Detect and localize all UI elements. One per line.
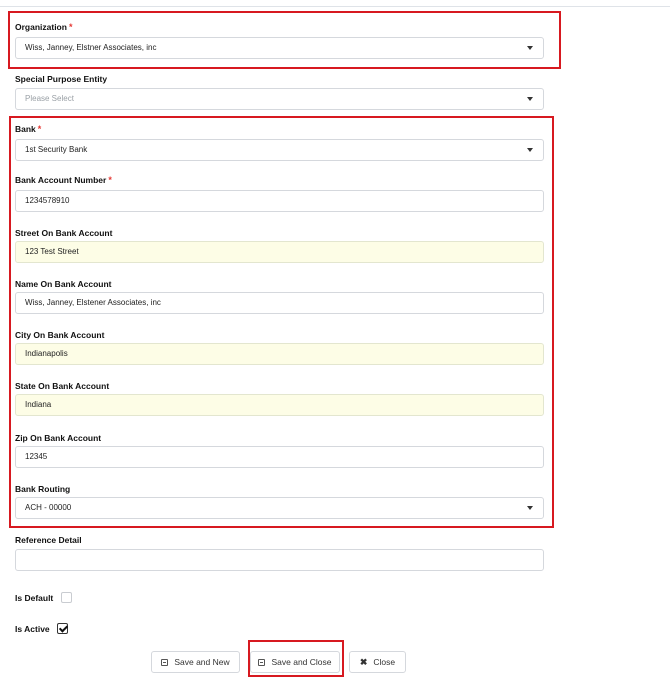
organization-label: Organization * <box>15 22 72 32</box>
street-value: 123 Test Street <box>25 247 79 256</box>
city-value: Indianapolis <box>25 349 68 358</box>
bank-value: 1st Security Bank <box>25 145 88 154</box>
close-label: Close <box>373 657 396 667</box>
city-input[interactable]: Indianapolis <box>15 343 544 365</box>
organization-label-text: Organization <box>15 22 67 32</box>
is-default-checkbox[interactable] <box>61 592 72 603</box>
save-and-close-button[interactable]: Save and Close <box>250 651 340 673</box>
special-purpose-entity-label: Special Purpose Entity <box>15 74 108 84</box>
special-purpose-entity-placeholder: Please Select <box>25 94 74 103</box>
close-icon: ✖ <box>359 656 368 667</box>
save-icon <box>161 658 169 666</box>
state-label: State On Bank Account <box>15 381 110 391</box>
state-value: Indiana <box>25 400 52 409</box>
chevron-down-icon <box>527 148 533 152</box>
bank-routing-value: ACH - 00000 <box>25 503 72 512</box>
top-divider <box>0 0 670 7</box>
zip-input[interactable]: 12345 <box>15 446 544 468</box>
bank-account-number-value: 1234578910 <box>25 196 70 205</box>
is-active-checkbox[interactable] <box>57 623 68 634</box>
bank-account-number-input[interactable]: 1234578910 <box>15 190 544 212</box>
save-and-new-label: Save and New <box>174 657 230 667</box>
street-label: Street On Bank Account <box>15 228 113 238</box>
bank-account-number-label: Bank Account Number * <box>15 175 112 185</box>
bank-select[interactable]: 1st Security Bank <box>15 139 544 161</box>
save-and-new-button[interactable]: Save and New <box>151 651 240 673</box>
save-and-close-label: Save and Close <box>271 657 332 667</box>
required-mark: * <box>37 124 42 134</box>
required-mark: * <box>108 175 112 185</box>
name-value: Wiss, Janney, Elstener Associates, inc <box>25 298 161 307</box>
special-purpose-entity-select[interactable]: Please Select <box>15 88 544 110</box>
zip-label: Zip On Bank Account <box>15 433 102 443</box>
required-mark: * <box>68 22 73 32</box>
reference-detail-label: Reference Detail <box>15 535 82 545</box>
is-default-label: Is Default <box>15 593 54 603</box>
bank-label-text: Bank <box>15 124 36 134</box>
bank-label: Bank * <box>15 124 41 134</box>
is-active-label: Is Active <box>15 624 50 634</box>
bank-routing-select[interactable]: ACH - 00000 <box>15 497 544 519</box>
street-input[interactable]: 123 Test Street <box>15 241 544 263</box>
city-label: City On Bank Account <box>15 330 105 340</box>
bank-account-number-label-text: Bank Account Number <box>15 175 107 185</box>
organization-value: Wiss, Janney, Elstner Associates, inc <box>25 43 157 52</box>
save-icon <box>258 658 266 666</box>
bank-routing-label: Bank Routing <box>15 484 71 494</box>
name-label: Name On Bank Account <box>15 279 112 289</box>
state-input[interactable]: Indiana <box>15 394 544 416</box>
chevron-down-icon <box>527 506 533 510</box>
name-input[interactable]: Wiss, Janney, Elstener Associates, inc <box>15 292 544 314</box>
chevron-down-icon <box>527 97 533 101</box>
reference-detail-input[interactable] <box>15 549 544 571</box>
chevron-down-icon <box>527 46 533 50</box>
close-button[interactable]: ✖ Close <box>349 651 406 673</box>
organization-select[interactable]: Wiss, Janney, Elstner Associates, inc <box>15 37 544 59</box>
zip-value: 12345 <box>25 452 48 461</box>
